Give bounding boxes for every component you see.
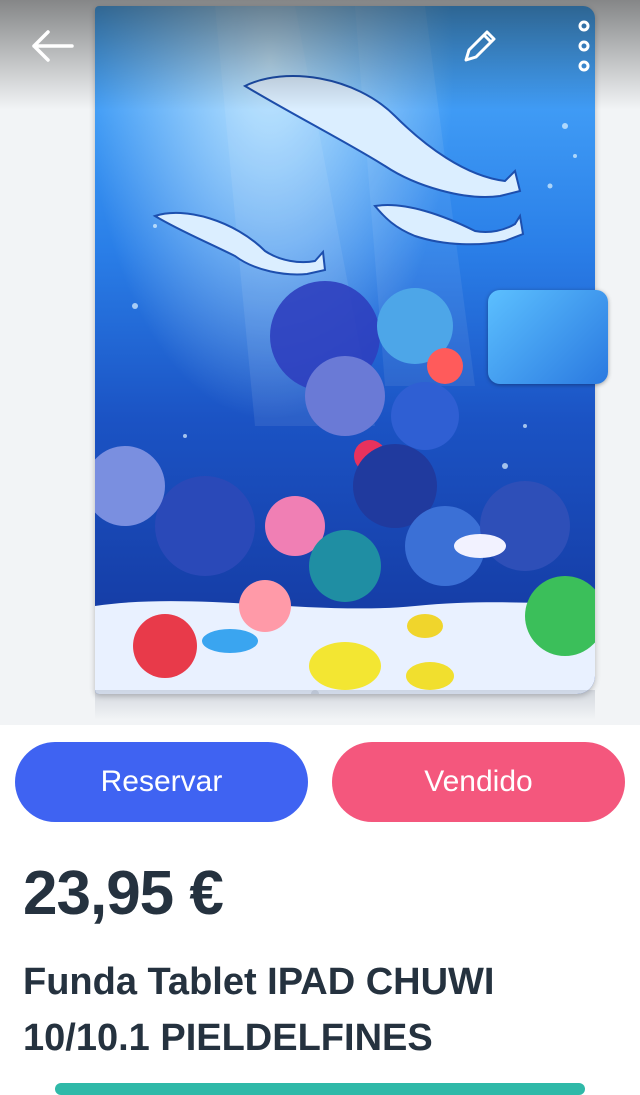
pencil-icon (464, 30, 496, 62)
arrow-left-icon (32, 30, 74, 62)
product-price: 23,95 € (23, 859, 224, 928)
image-reflection (95, 690, 595, 720)
case-strap (488, 290, 608, 384)
header-scrim (0, 0, 640, 110)
reserve-button[interactable]: Reservar (15, 742, 308, 822)
item-actions: Reservar Vendido (15, 742, 625, 822)
product-image-gallery[interactable] (0, 0, 640, 725)
back-button[interactable] (24, 18, 80, 74)
sold-button[interactable]: Vendido (332, 742, 625, 822)
edit-button[interactable] (452, 18, 508, 74)
more-options-button[interactable] (556, 18, 612, 74)
bottom-action-bar[interactable] (55, 1083, 585, 1095)
more-vertical-icon (578, 20, 590, 72)
sold-button-label: Vendido (424, 765, 533, 798)
reserve-button-label: Reservar (100, 765, 223, 798)
product-title: Funda Tablet IPAD CHUWI 10/10.1 PIELDELF… (23, 961, 495, 1059)
